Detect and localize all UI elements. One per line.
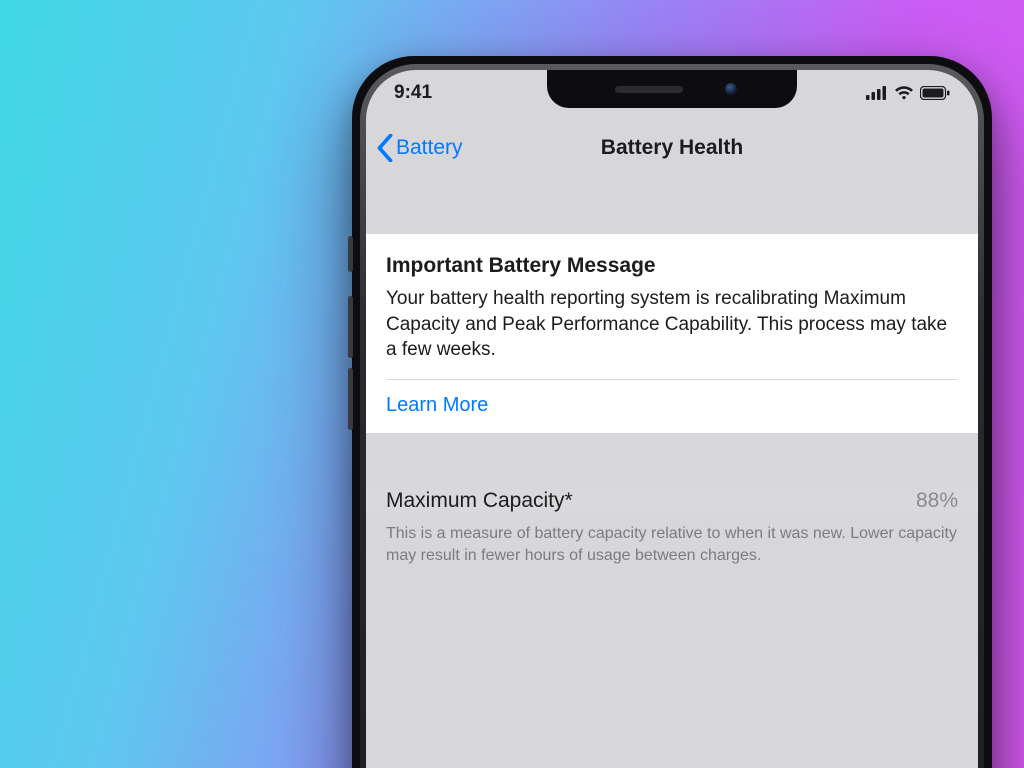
battery-icon [920, 86, 950, 100]
maximum-capacity-value: 88% [916, 489, 958, 513]
battery-message-title: Important Battery Message [386, 254, 958, 278]
chevron-left-icon [376, 134, 394, 162]
cellular-icon [866, 86, 888, 100]
volume-down-button [348, 368, 353, 430]
volume-up-button [348, 296, 353, 358]
content: Important Battery Message Your battery h… [366, 178, 978, 768]
status-bar: 9:41 [366, 70, 978, 116]
wifi-icon [894, 86, 914, 100]
battery-message-body: Your battery health reporting system is … [386, 286, 958, 379]
phone-rim: 9:41 [360, 64, 984, 768]
silence-switch [348, 236, 353, 272]
status-right [866, 86, 950, 100]
phone-frame: 9:41 [352, 56, 992, 768]
learn-more-link[interactable]: Learn More [366, 380, 978, 433]
status-time: 9:41 [394, 82, 432, 104]
maximum-capacity-row[interactable]: Maximum Capacity* 88% [366, 489, 978, 513]
maximum-capacity-label: Maximum Capacity* [386, 489, 573, 513]
back-label: Battery [396, 136, 463, 160]
maximum-capacity-footnote: This is a measure of battery capacity re… [366, 513, 978, 566]
nav-header: Battery Battery Health [366, 122, 978, 174]
back-button[interactable]: Battery [366, 134, 463, 162]
screen: 9:41 [366, 70, 978, 768]
battery-message-card: Important Battery Message Your battery h… [366, 234, 978, 433]
